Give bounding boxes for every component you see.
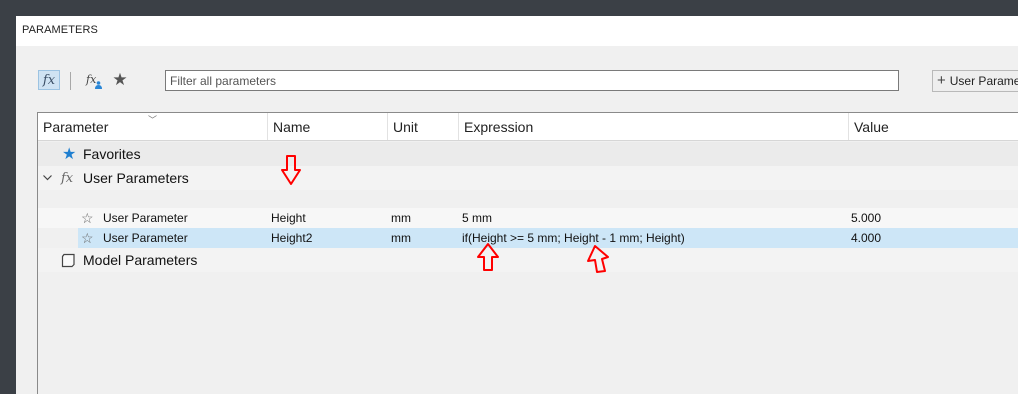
chevron-down-icon[interactable] bbox=[43, 166, 52, 190]
parameter-name: Height2 bbox=[271, 231, 313, 245]
parameter-type: User Parameter bbox=[103, 211, 188, 225]
group-label: Model Parameters bbox=[83, 252, 198, 268]
annotation-arrow-down-icon bbox=[281, 155, 301, 185]
add-button-label: User Parame bbox=[949, 74, 1018, 88]
group-label: Favorites bbox=[83, 146, 141, 162]
title-bar: PARAMETERS bbox=[16, 16, 1018, 46]
column-header-parameter[interactable]: Parameter ﹀ bbox=[38, 113, 268, 140]
favorites-filter-button[interactable]: ★ bbox=[110, 70, 130, 90]
parameters-table: Parameter ﹀ Name Unit Expression Value ★… bbox=[37, 112, 1018, 394]
star-icon: ★ bbox=[62, 146, 77, 163]
star-icon: ★ bbox=[112, 70, 128, 89]
column-header-value[interactable]: Value bbox=[849, 113, 1018, 140]
parameters-dialog: PARAMETERS fx fx ★ + User Parame Paramet… bbox=[16, 16, 1018, 394]
plus-icon: + bbox=[937, 72, 946, 89]
group-row-model-parameters[interactable]: Model Parameters bbox=[38, 248, 1018, 272]
annotation-arrow-up-icon bbox=[477, 243, 499, 271]
filter-parameters-input[interactable] bbox=[165, 70, 899, 91]
table-header: Parameter ﹀ Name Unit Expression Value bbox=[38, 113, 1018, 141]
favorite-star-icon[interactable]: ☆ bbox=[81, 228, 94, 248]
parameter-value: 4.000 bbox=[851, 231, 882, 245]
user-parameters-filter-button[interactable]: fx bbox=[84, 71, 104, 91]
group-row-user-parameters[interactable]: fx User Parameters bbox=[38, 166, 1018, 190]
fx-icon: fx bbox=[61, 170, 74, 186]
parameter-value: 5.000 bbox=[851, 211, 882, 225]
parameter-unit: mm bbox=[391, 211, 411, 225]
parameter-name: Height bbox=[271, 211, 306, 225]
add-user-parameter-button[interactable]: + User Parame bbox=[932, 70, 1018, 92]
parameter-type: User Parameter bbox=[103, 231, 188, 245]
table-row-selected[interactable]: ☆ User Parameter Height2 mm if(Height >=… bbox=[78, 228, 1018, 248]
annotation-arrow-up-icon bbox=[587, 245, 609, 273]
table-row[interactable]: ☆ User Parameter Height mm 5 mm 5.000 bbox=[38, 208, 1018, 228]
toolbar-separator bbox=[70, 72, 71, 90]
favorite-star-icon[interactable]: ☆ bbox=[81, 208, 94, 228]
parameter-unit: mm bbox=[391, 231, 411, 245]
cube-icon bbox=[61, 248, 76, 272]
fx-icon: fx bbox=[42, 72, 56, 88]
group-label: User Parameters bbox=[83, 170, 189, 186]
all-parameters-fx-button[interactable]: fx bbox=[38, 70, 60, 90]
group-row-favorites[interactable]: ★ Favorites bbox=[38, 142, 1018, 166]
column-header-unit[interactable]: Unit bbox=[388, 113, 459, 140]
column-header-name[interactable]: Name bbox=[268, 113, 388, 140]
column-header-expression[interactable]: Expression bbox=[459, 113, 849, 140]
person-icon bbox=[95, 81, 102, 89]
dialog-title: PARAMETERS bbox=[22, 24, 98, 36]
parameter-expression[interactable]: 5 mm bbox=[462, 208, 492, 228]
sort-chevron-icon: ﹀ bbox=[148, 115, 158, 125]
